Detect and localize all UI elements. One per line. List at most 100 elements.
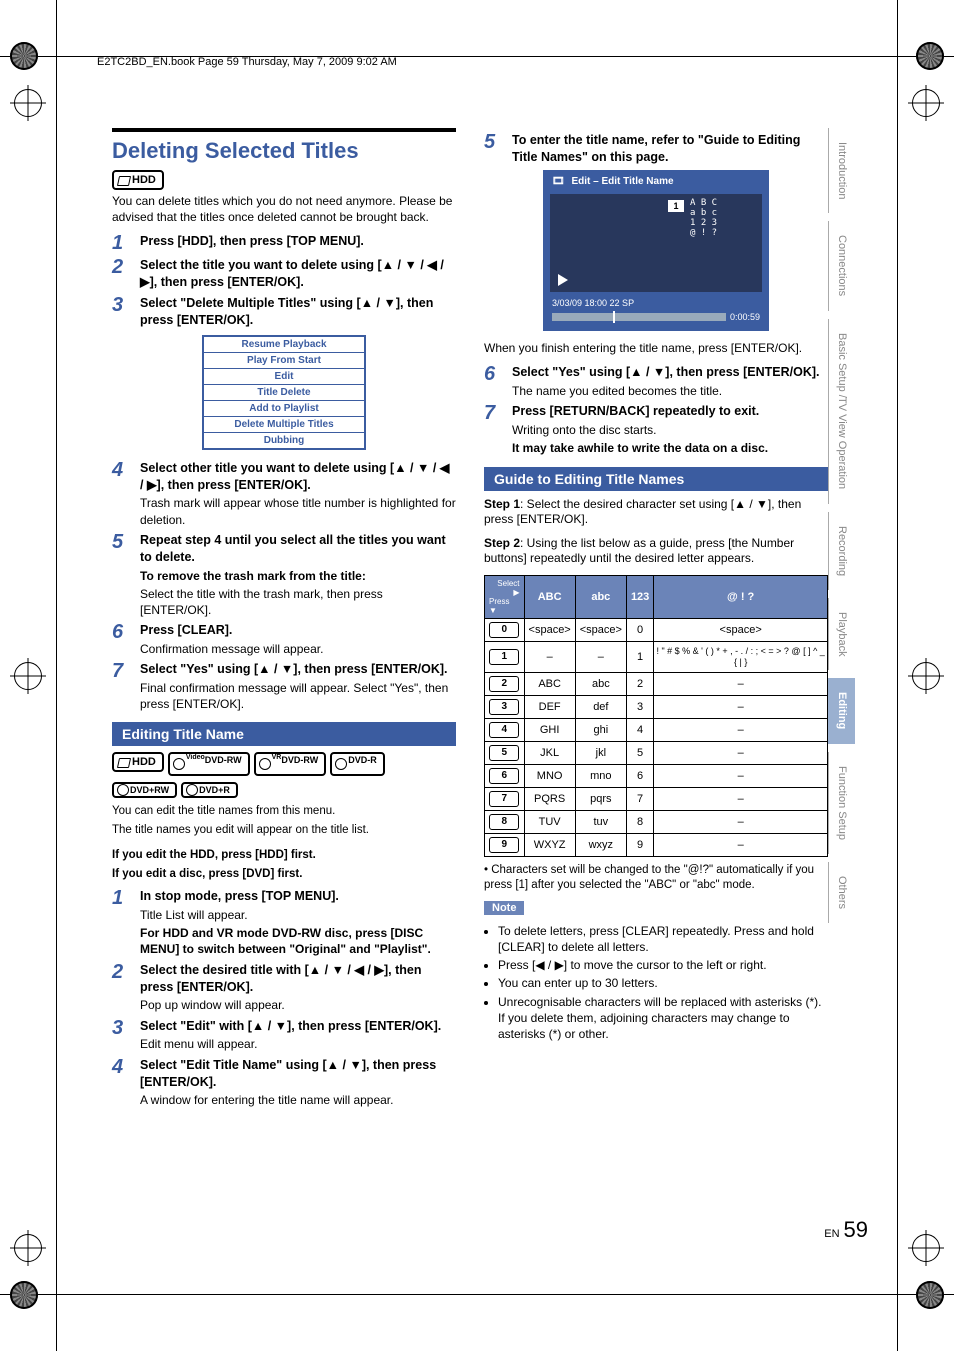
popup-item: Resume Playback bbox=[204, 337, 364, 353]
note-item: To delete letters, press [CLEAR] repeate… bbox=[498, 923, 828, 955]
table-header: abc bbox=[575, 576, 626, 619]
table-cell: 3 bbox=[485, 696, 525, 719]
table-cell: tuv bbox=[575, 811, 626, 834]
tv-titlebar: 🎞 Edit – Edit Title Name bbox=[546, 173, 766, 190]
table-cell: 3 bbox=[626, 696, 653, 719]
section-tab[interactable]: Others bbox=[828, 862, 855, 923]
table-row: 7PQRSpqrs7– bbox=[485, 788, 828, 811]
step-number: 7 bbox=[484, 403, 502, 456]
step-body: To enter the title name, refer to "Guide… bbox=[512, 132, 828, 166]
step-body: Select "Edit Title Name" using [▲ / ▼], … bbox=[140, 1057, 456, 1109]
table-cell: – bbox=[654, 765, 828, 788]
table-row: 0<space><space>0<space> bbox=[485, 619, 828, 642]
step: 6 Select "Yes" using [▲ / ▼], then press … bbox=[484, 364, 828, 399]
disc-badge: HDD bbox=[112, 752, 164, 772]
guide-step-1: Step 1: Select the desired character set… bbox=[484, 497, 828, 528]
table-cell: PQRS bbox=[524, 788, 575, 811]
edit-steps-block: 1In stop mode, press [TOP MENU].Title Li… bbox=[112, 888, 456, 1108]
content-columns: Deleting Selected Titles HDD You can del… bbox=[112, 128, 828, 1113]
table-cell: 8 bbox=[626, 811, 653, 834]
step-number: 6 bbox=[484, 364, 502, 399]
edit-note-1: If you edit the HDD, press [HDD] first. bbox=[112, 848, 456, 863]
registration-mark bbox=[10, 85, 46, 121]
after-tv-note: When you finish entering the title name,… bbox=[484, 341, 828, 357]
popup-item: Add to Playlist bbox=[204, 401, 364, 417]
step: 5To enter the title name, refer to "Guid… bbox=[484, 132, 828, 166]
table-cell: – bbox=[654, 673, 828, 696]
table-cell: ! " # $ % & ' ( ) * + , - . / : ; < = > … bbox=[654, 642, 828, 673]
table-cell: 6 bbox=[626, 765, 653, 788]
section-tab[interactable]: Playback bbox=[828, 598, 855, 671]
step: 2Select the title you want to delete usi… bbox=[112, 257, 456, 291]
table-cell: wxyz bbox=[575, 834, 626, 857]
heading-editing-title-name: Editing Title Name bbox=[112, 722, 456, 746]
table-cell: mno bbox=[575, 765, 626, 788]
keycap: 3 bbox=[489, 699, 519, 715]
play-icon bbox=[558, 274, 568, 286]
crop-dot-br bbox=[916, 1281, 944, 1309]
popup-menu: Resume PlaybackPlay From StartEditTitle … bbox=[202, 335, 366, 450]
table-header: 123 bbox=[626, 576, 653, 619]
crop-dot-tr bbox=[916, 42, 944, 70]
edit-intro-1: You can edit the title names from this m… bbox=[112, 804, 456, 819]
tv-time: 0:00:59 bbox=[730, 312, 760, 322]
table-row: 5JKLjkl5– bbox=[485, 742, 828, 765]
section-tab[interactable]: Recording bbox=[828, 512, 855, 590]
note-label: Note bbox=[484, 901, 524, 915]
note-item: You can enter up to 30 letters. bbox=[498, 975, 828, 991]
step-body: Select "Yes" using [▲ / ▼], then press [… bbox=[140, 661, 456, 712]
step-body: Select "Yes" using [▲ / ▼], then press [… bbox=[512, 364, 828, 399]
tv-title-text: Edit – Edit Title Name bbox=[571, 176, 673, 187]
table-cell: 0 bbox=[626, 619, 653, 642]
section-rule bbox=[112, 128, 456, 132]
section-tab[interactable]: Editing bbox=[828, 678, 855, 743]
table-cell: 1 bbox=[485, 642, 525, 673]
table-cell: – bbox=[575, 642, 626, 673]
table-cell: MNO bbox=[524, 765, 575, 788]
intro-text: You can delete titles which you do not n… bbox=[112, 194, 456, 225]
table-cell: – bbox=[654, 742, 828, 765]
step-number: 2 bbox=[112, 257, 130, 291]
keycap: 0 bbox=[489, 622, 519, 638]
section-tab[interactable]: Function Setup bbox=[828, 752, 855, 854]
table-row: 6MNOmno6– bbox=[485, 765, 828, 788]
table-cell: <space> bbox=[575, 619, 626, 642]
step: 1Press [HDD], then press [TOP MENU]. bbox=[112, 233, 456, 253]
step-body: Select "Delete Multiple Titles" using [▲… bbox=[140, 295, 456, 329]
step: 2Select the desired title with [▲ / ▼ / … bbox=[112, 962, 456, 1014]
table-cell: 0 bbox=[485, 619, 525, 642]
table-row: 2ABCabc2– bbox=[485, 673, 828, 696]
step: 1In stop mode, press [TOP MENU].Title Li… bbox=[112, 888, 456, 957]
registration-mark bbox=[10, 1230, 46, 1266]
table-cell: abc bbox=[575, 673, 626, 696]
step-body: Press [HDD], then press [TOP MENU]. bbox=[140, 233, 456, 253]
table-cell: 1 bbox=[626, 642, 653, 673]
section-tab[interactable]: Basic Setup /TV View Operation bbox=[828, 319, 855, 504]
keycap: 2 bbox=[489, 676, 519, 692]
section-tab[interactable]: Introduction bbox=[828, 128, 855, 213]
tv-progress-bar: 0:00:59 bbox=[546, 310, 766, 328]
table-cell: 5 bbox=[485, 742, 525, 765]
tv-body: 1 A B Ca b c1 2 3@ ! ? bbox=[550, 194, 762, 292]
crop-dot-bl bbox=[10, 1281, 38, 1309]
section-tabs: Introduction Connections Basic Setup /TV V… bbox=[828, 128, 888, 931]
step-number: 4 bbox=[112, 460, 130, 528]
step-number: 2 bbox=[112, 962, 130, 1014]
section-tab[interactable]: Connections bbox=[828, 221, 855, 310]
table-cell: 9 bbox=[485, 834, 525, 857]
step-number: 6 bbox=[112, 622, 130, 657]
table-cell: 4 bbox=[485, 719, 525, 742]
right-steps-2: 6 Select "Yes" using [▲ / ▼], then press … bbox=[484, 364, 828, 456]
popup-item: Title Delete bbox=[204, 385, 364, 401]
tv-grid-row: 1 2 3 bbox=[690, 218, 717, 228]
char-guide-table: Select ▶Press ▼ABCabc123@ ! ?0<space><sp… bbox=[484, 575, 828, 857]
step: 7Select "Yes" using [▲ / ▼], then press … bbox=[112, 661, 456, 712]
table-cell: <space> bbox=[524, 619, 575, 642]
keycap: 9 bbox=[489, 837, 519, 853]
steps-block-2: 4Select other title you want to delete u… bbox=[112, 460, 456, 713]
step: 4Select other title you want to delete u… bbox=[112, 460, 456, 528]
table-cell: 4 bbox=[626, 719, 653, 742]
step-body: Select other title you want to delete us… bbox=[140, 460, 456, 528]
steps-block-1: 1Press [HDD], then press [TOP MENU].2Sel… bbox=[112, 233, 456, 329]
table-cell: DEF bbox=[524, 696, 575, 719]
